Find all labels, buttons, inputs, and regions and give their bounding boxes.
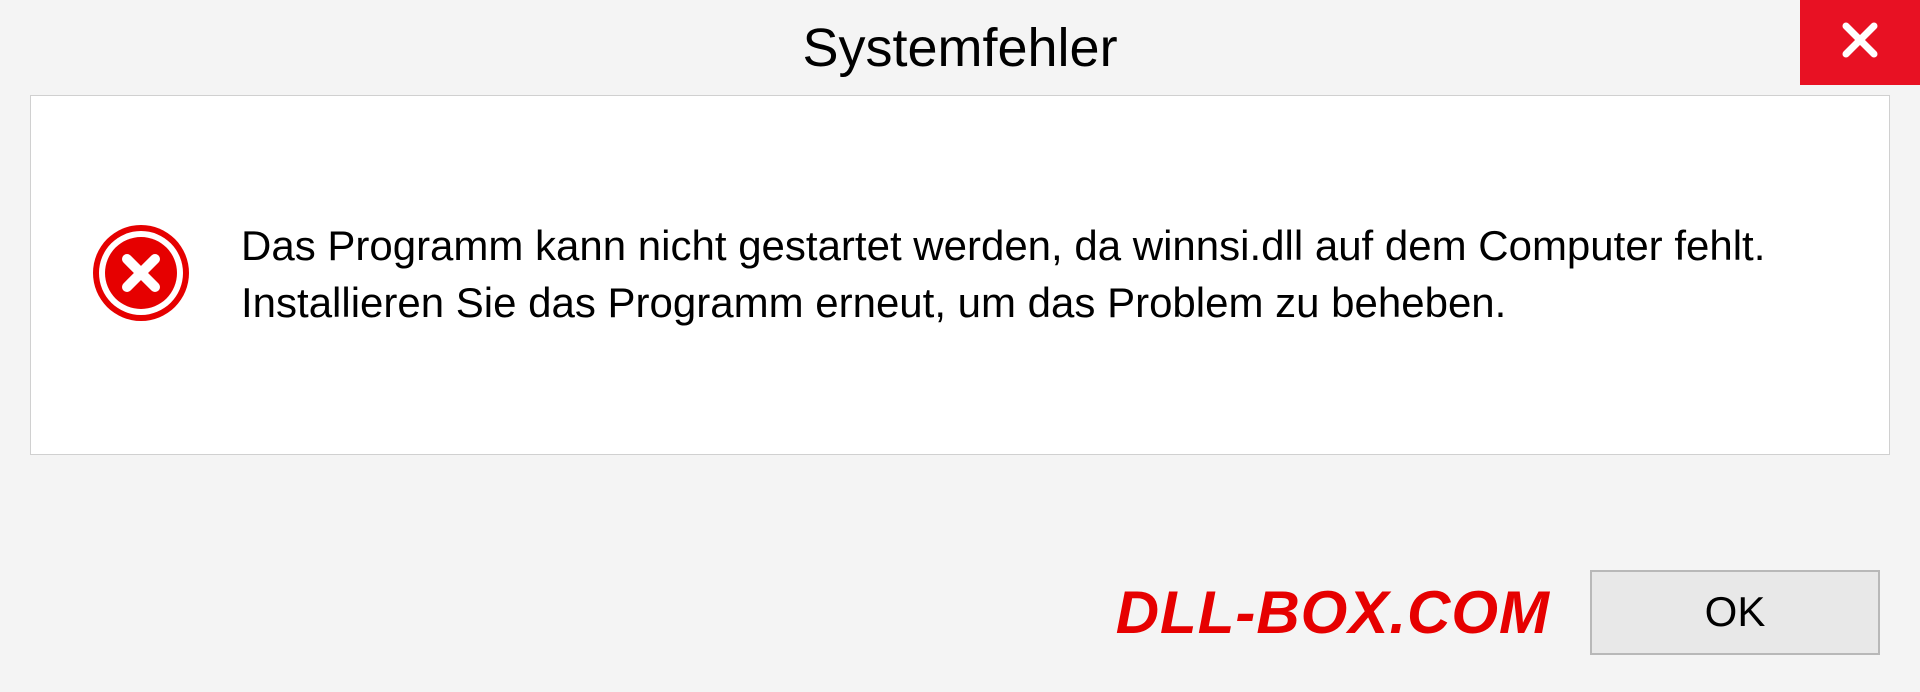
error-icon (91, 223, 191, 328)
error-message: Das Programm kann nicht gestartet werden… (241, 218, 1829, 331)
watermark-text: DLL-BOX.COM (1116, 578, 1550, 647)
ok-button[interactable]: OK (1590, 570, 1880, 655)
content-panel: Das Programm kann nicht gestartet werden… (30, 95, 1890, 455)
error-dialog: Systemfehler Das Programm kann nicht ges… (0, 0, 1920, 692)
ok-button-label: OK (1705, 588, 1766, 636)
footer: DLL-BOX.COM OK (0, 562, 1920, 662)
close-icon (1836, 16, 1884, 69)
dialog-title: Systemfehler (802, 17, 1117, 79)
title-bar: Systemfehler (0, 0, 1920, 95)
close-button[interactable] (1800, 0, 1920, 85)
